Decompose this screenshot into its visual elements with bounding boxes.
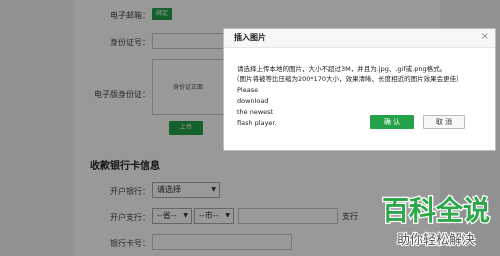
flash-line-1: Please (237, 86, 259, 94)
flash-line-3: the newest (237, 108, 274, 116)
close-icon[interactable]: × (481, 31, 489, 42)
confirm-button[interactable]: 确 认 (370, 115, 414, 129)
dialog-title: 插入图片 (234, 33, 266, 42)
insert-image-dialog: 插入图片 × 请选择上传本地的图片，大小不超过3M，并且为.jpg、.gif或.… (223, 28, 496, 151)
page: 电子邮箱： 绑定 身份证号： 电子版身份证： 身份证正面 上传 收款银行卡信息 … (0, 0, 500, 256)
watermark-main: 百科全说 (381, 194, 492, 226)
watermark-sub-text: 助你轻松解决 (397, 233, 475, 248)
cancel-button[interactable]: 取 消 (423, 115, 465, 129)
flash-line-2: download (237, 97, 269, 105)
watermark-sub: 助你轻松解决 (396, 232, 476, 249)
watermark: 百科全说 助你轻松解决 (372, 192, 500, 256)
flash-line-4[interactable]: flash player. (237, 118, 277, 128)
compression-tip: （图片将被等比压缩为200*170大小，效果清晰、长度相近的图片效果会更佳） (233, 75, 463, 83)
watermark-main-text: 百科全说 (382, 195, 490, 226)
upload-instructions: 请选择上传本地的图片，大小不超过3M，并且为.jpg、.gif或.png格式。 (237, 65, 447, 73)
dialog-header: 插入图片 × (224, 29, 495, 48)
